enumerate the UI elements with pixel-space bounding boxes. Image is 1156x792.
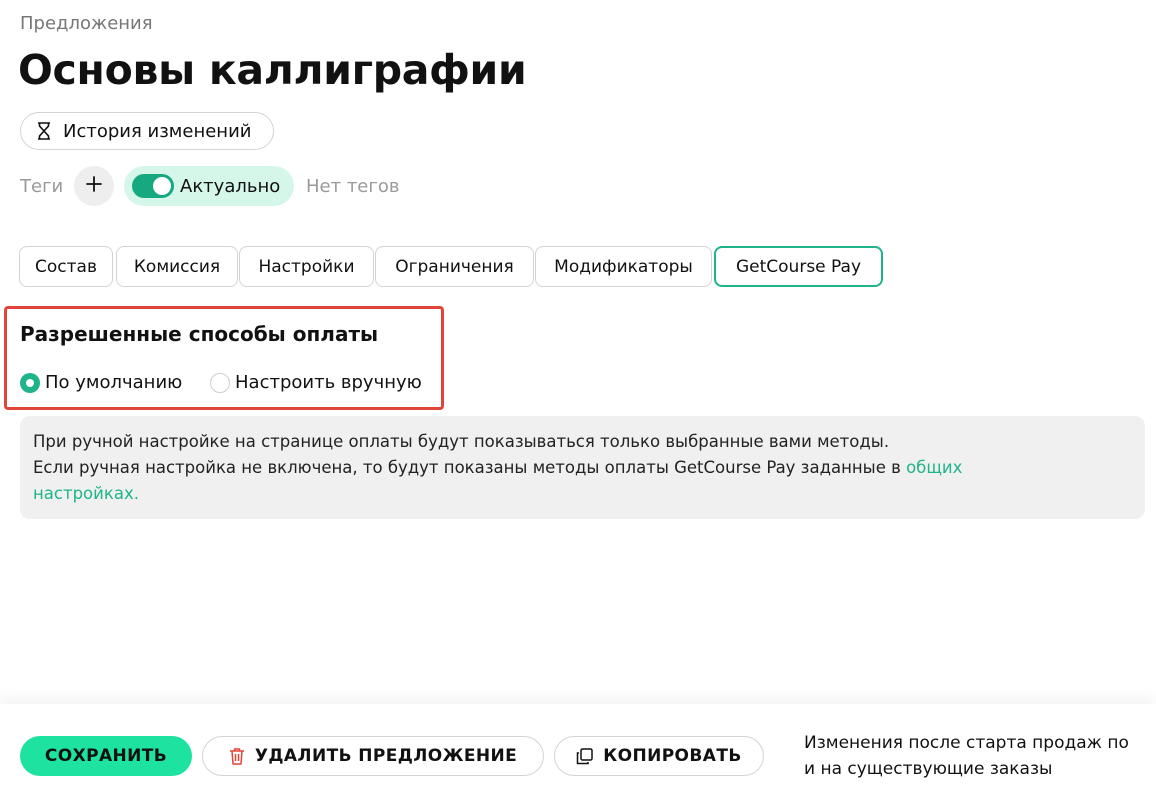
tab-label: Комиссия (133, 256, 221, 277)
copy-button[interactable]: КОПИРОВАТЬ (554, 736, 764, 776)
hourglass-icon (37, 122, 51, 140)
tab-composition[interactable]: Состав (19, 246, 113, 287)
tab-settings[interactable]: Настройки (239, 246, 374, 287)
trash-icon (229, 747, 245, 765)
info-line-3: настройках. (33, 481, 1132, 507)
no-tags-text: Нет тегов (306, 176, 400, 197)
radio-default[interactable] (20, 373, 40, 393)
info-line-2-text: Если ручная настройка не включена, то бу… (33, 458, 907, 477)
bottom-action-bar: СОХРАНИТЬ УДАЛИТЬ ПРЕДЛОЖЕНИЕ КОПИРОВАТЬ… (0, 704, 1156, 792)
copy-button-label: КОПИРОВАТЬ (603, 746, 742, 766)
delete-offer-button[interactable]: УДАЛИТЬ ПРЕДЛОЖЕНИЕ (202, 736, 544, 776)
plus-icon (85, 175, 103, 197)
general-settings-link[interactable]: общих (906, 458, 962, 477)
payment-method-options: По умолчанию Настроить вручную (20, 370, 440, 396)
tab-getcourse-pay[interactable]: GetCourse Pay (714, 246, 883, 287)
tab-label: Ограничения (395, 256, 514, 277)
info-line-1: При ручной настройке на странице оплаты … (33, 432, 890, 451)
tab-label: Состав (35, 256, 97, 277)
general-settings-link-cont[interactable]: настройках. (33, 484, 139, 503)
tab-label: GetCourse Pay (735, 256, 862, 277)
info-box: При ручной настройке на странице оплаты … (20, 416, 1145, 519)
notice-line-2: и на существующие заказы (804, 759, 1053, 779)
tab-label: Модификаторы (554, 256, 693, 277)
tab-label: Настройки (258, 256, 355, 277)
radio-manual[interactable] (210, 373, 230, 393)
status-toggle[interactable]: Актуально (124, 166, 294, 206)
tags-row: Теги Актуально Нет тегов (20, 166, 620, 206)
tab-commission[interactable]: Комиссия (116, 246, 238, 287)
tags-label: Теги (20, 176, 64, 197)
notice-line-1: Изменения после старта продаж по (804, 733, 1129, 753)
tab-restrictions[interactable]: Ограничения (375, 246, 534, 287)
delete-offer-label: УДАЛИТЬ ПРЕДЛОЖЕНИЕ (254, 746, 518, 766)
save-button[interactable]: СОХРАНИТЬ (20, 736, 192, 776)
breadcrumb[interactable]: Предложения (20, 13, 153, 34)
status-label: Актуально (180, 175, 281, 197)
copy-icon (576, 747, 594, 765)
section-title: Разрешенные способы оплаты (20, 322, 379, 346)
toggle-knob (153, 177, 171, 195)
info-line-2: Если ручная настройка не включена, то бу… (33, 455, 1132, 481)
page-title: Основы каллиграфии (18, 46, 527, 94)
offer-page: Предложения Основы каллиграфии История и… (0, 0, 1156, 792)
add-tag-button[interactable] (74, 166, 114, 206)
radio-manual-label[interactable]: Настроить вручную (235, 372, 422, 393)
save-button-label: СОХРАНИТЬ (44, 746, 168, 766)
tab-modifiers[interactable]: Модификаторы (535, 246, 712, 287)
changes-notice: Изменения после старта продаж по и на су… (804, 730, 1156, 784)
history-button-label: История изменений (63, 120, 252, 142)
tabs: Состав Комиссия Настройки Ограничения Мо… (19, 246, 919, 288)
toggle-switch[interactable] (132, 174, 174, 198)
radio-default-label[interactable]: По умолчанию (45, 372, 182, 393)
history-button[interactable]: История изменений (20, 112, 274, 150)
